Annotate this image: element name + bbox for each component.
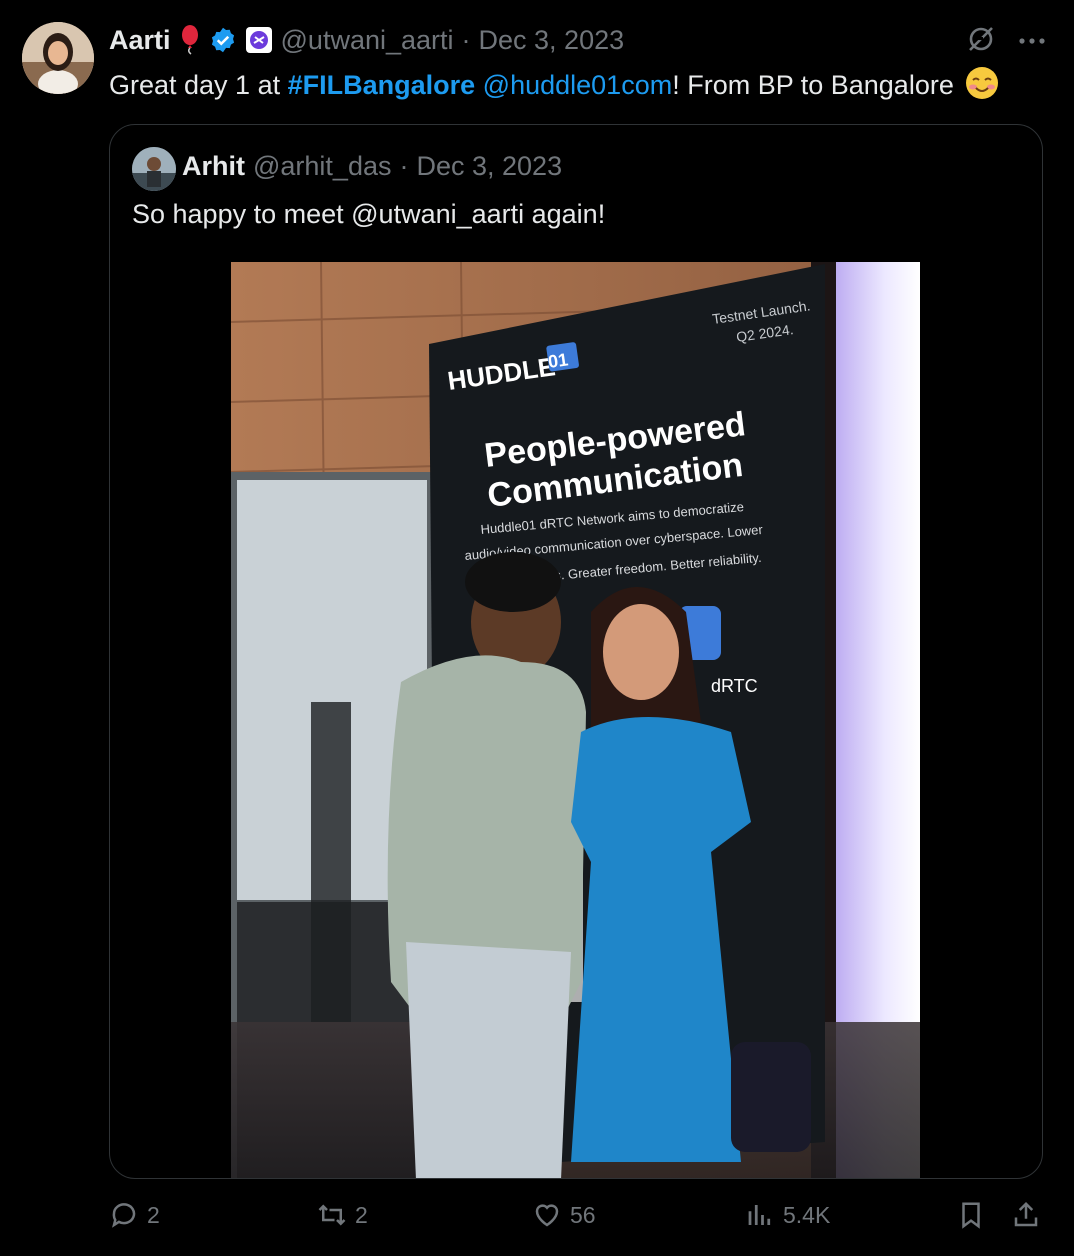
tweet-text-space: [475, 70, 483, 100]
reply-icon: [112, 1203, 136, 1228]
bookmark-icon: [962, 1202, 980, 1229]
tweet-text-part: ! From BP to Bangalore: [672, 70, 954, 100]
grok-icon[interactable]: [966, 24, 996, 59]
like-count: 56: [570, 1201, 596, 1228]
banner-side: dRTC: [711, 676, 758, 696]
heart-icon: [535, 1204, 559, 1227]
mention-link[interactable]: @huddle01com: [483, 70, 673, 100]
analytics-icon: [748, 1205, 771, 1225]
repost-icon: [318, 1204, 346, 1226]
banner-brand-number: 01: [547, 349, 570, 372]
smiling-blushing-emoji: [965, 66, 999, 100]
balloon-icon: [179, 25, 201, 55]
tweet-header: Aarti @utwani_aarti · Dec 3, 2023: [109, 22, 624, 58]
quote-author-handle[interactable]: @arhit_das: [253, 151, 391, 182]
bookmark-button[interactable]: [956, 1200, 986, 1230]
affiliate-badge-icon[interactable]: [245, 26, 273, 54]
share-icon: [1014, 1201, 1038, 1227]
reply-button[interactable]: 2: [109, 1200, 160, 1230]
reply-count: 2: [147, 1201, 160, 1228]
tweet-date[interactable]: Dec 3, 2023: [479, 25, 625, 56]
quote-author-name[interactable]: Arhit: [182, 151, 245, 182]
views-button[interactable]: 5.4K: [745, 1200, 830, 1230]
dot-separator: ·: [399, 151, 409, 181]
tweet-text: Great day 1 at #FILBangalore @huddle01co…: [109, 66, 999, 101]
repost-button[interactable]: 2: [317, 1200, 368, 1230]
verified-badge-icon[interactable]: [209, 26, 237, 54]
author-handle[interactable]: @utwani_aarti: [281, 25, 454, 56]
quote-header: Arhit @arhit_das · Dec 3, 2023: [182, 151, 562, 182]
quote-date[interactable]: Dec 3, 2023: [416, 151, 562, 182]
quote-photo[interactable]: HUDDLE 01 Testnet Launch. Q2 2024. Peopl…: [231, 262, 920, 1178]
dot-separator: ·: [461, 24, 471, 55]
hashtag-link[interactable]: #FILBangalore: [288, 70, 476, 100]
like-button[interactable]: 56: [532, 1200, 596, 1230]
quote-author-avatar[interactable]: [132, 147, 176, 191]
more-options-icon[interactable]: [1018, 33, 1046, 51]
quoted-tweet[interactable]: Arhit @arhit_das · Dec 3, 2023 So happy …: [109, 124, 1043, 1179]
quote-text: So happy to meet @utwani_aarti again!: [132, 199, 606, 229]
author-name[interactable]: Aarti: [109, 25, 171, 56]
action-bar: 2 2 56 5.4K: [109, 1200, 1044, 1240]
share-button[interactable]: [1011, 1200, 1041, 1230]
tweet-text-part: Great day 1 at: [109, 70, 288, 100]
views-count: 5.4K: [783, 1201, 831, 1228]
author-avatar[interactable]: [22, 22, 94, 94]
repost-count: 2: [355, 1201, 368, 1228]
